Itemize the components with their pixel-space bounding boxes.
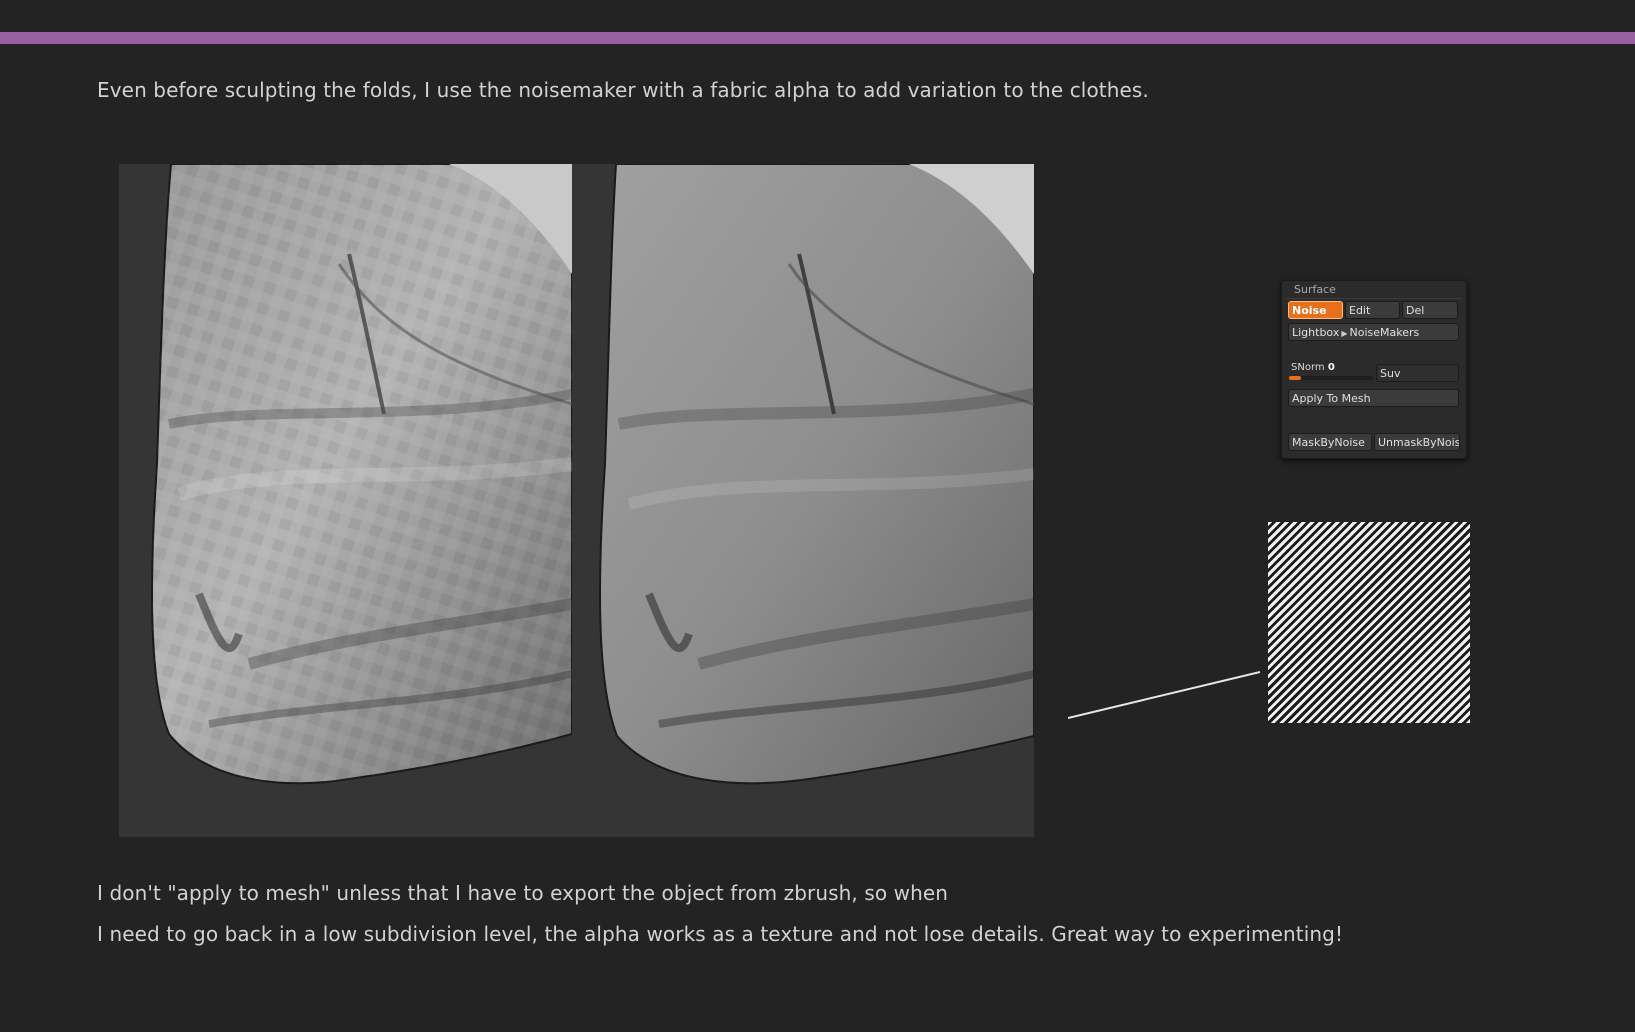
slider-track xyxy=(1289,376,1373,380)
accent-bar xyxy=(0,32,1635,44)
slider-fill xyxy=(1289,376,1301,380)
body-paragraph-line-1: I don't "apply to mesh" unless that I ha… xyxy=(97,881,949,905)
snorm-value: 0 xyxy=(1327,362,1335,373)
render-comparison-panel xyxy=(119,164,1034,837)
body-paragraph-line-2: I need to go back in a low subdivision l… xyxy=(97,922,1344,946)
zbrush-surface-panel: Surface Noise Edit Del Lightbox ▶ NoiseMak… xyxy=(1281,280,1467,459)
snorm-slider[interactable]: SNorm 0 xyxy=(1288,361,1374,381)
cloth-renders xyxy=(119,164,1034,837)
apply-to-mesh-button[interactable]: Apply To Mesh xyxy=(1288,389,1459,407)
left-cloth-render xyxy=(119,164,574,837)
noisemakers-label: NoiseMakers xyxy=(1349,326,1420,339)
fabric-alpha-image xyxy=(1268,522,1470,723)
intro-paragraph: Even before sculpting the folds, I use t… xyxy=(97,78,1149,102)
lightbox-label: Lightbox xyxy=(1292,326,1340,339)
edit-button[interactable]: Edit xyxy=(1345,301,1400,319)
suv-button[interactable]: Suv xyxy=(1376,364,1459,382)
panel-divider xyxy=(1286,298,1462,299)
arrow-right-icon: ▶ xyxy=(1341,329,1348,338)
snorm-label: SNorm 0 xyxy=(1291,362,1335,373)
noise-button[interactable]: Noise xyxy=(1288,301,1343,319)
mask-by-noise-button[interactable]: MaskByNoise xyxy=(1288,433,1372,451)
del-button[interactable]: Del xyxy=(1402,301,1458,319)
lightbox-noisemakers-button[interactable]: Lightbox ▶ NoiseMakers xyxy=(1288,323,1459,341)
unmask-by-noise-button[interactable]: UnmaskByNois xyxy=(1374,433,1460,451)
right-cloth-render xyxy=(572,164,1034,837)
connector-line xyxy=(1068,671,1261,719)
panel-title: Surface xyxy=(1294,283,1336,296)
